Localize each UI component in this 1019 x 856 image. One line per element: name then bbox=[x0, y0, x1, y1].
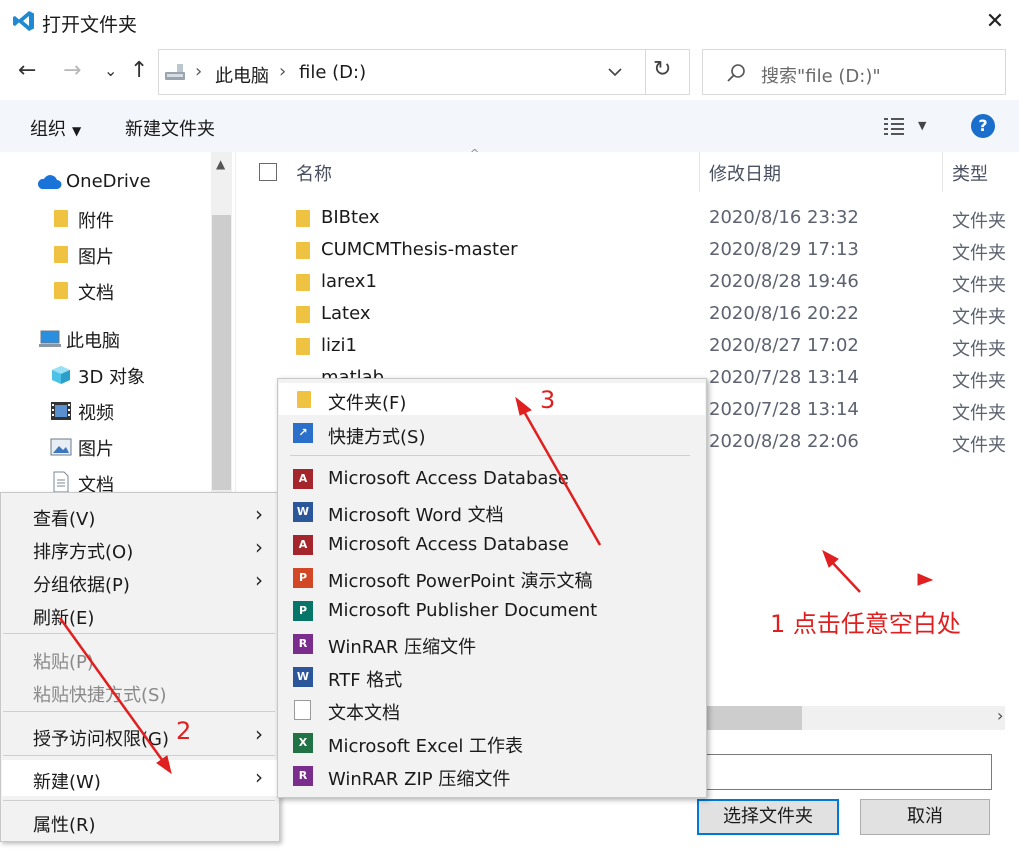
annotation-arrows bbox=[58, 396, 934, 775]
annotation-step-1: 1 点击任意空白处 bbox=[770, 610, 961, 638]
annotation-step-3: 3 bbox=[540, 386, 556, 414]
annotation-step-2: 2 bbox=[176, 717, 192, 745]
